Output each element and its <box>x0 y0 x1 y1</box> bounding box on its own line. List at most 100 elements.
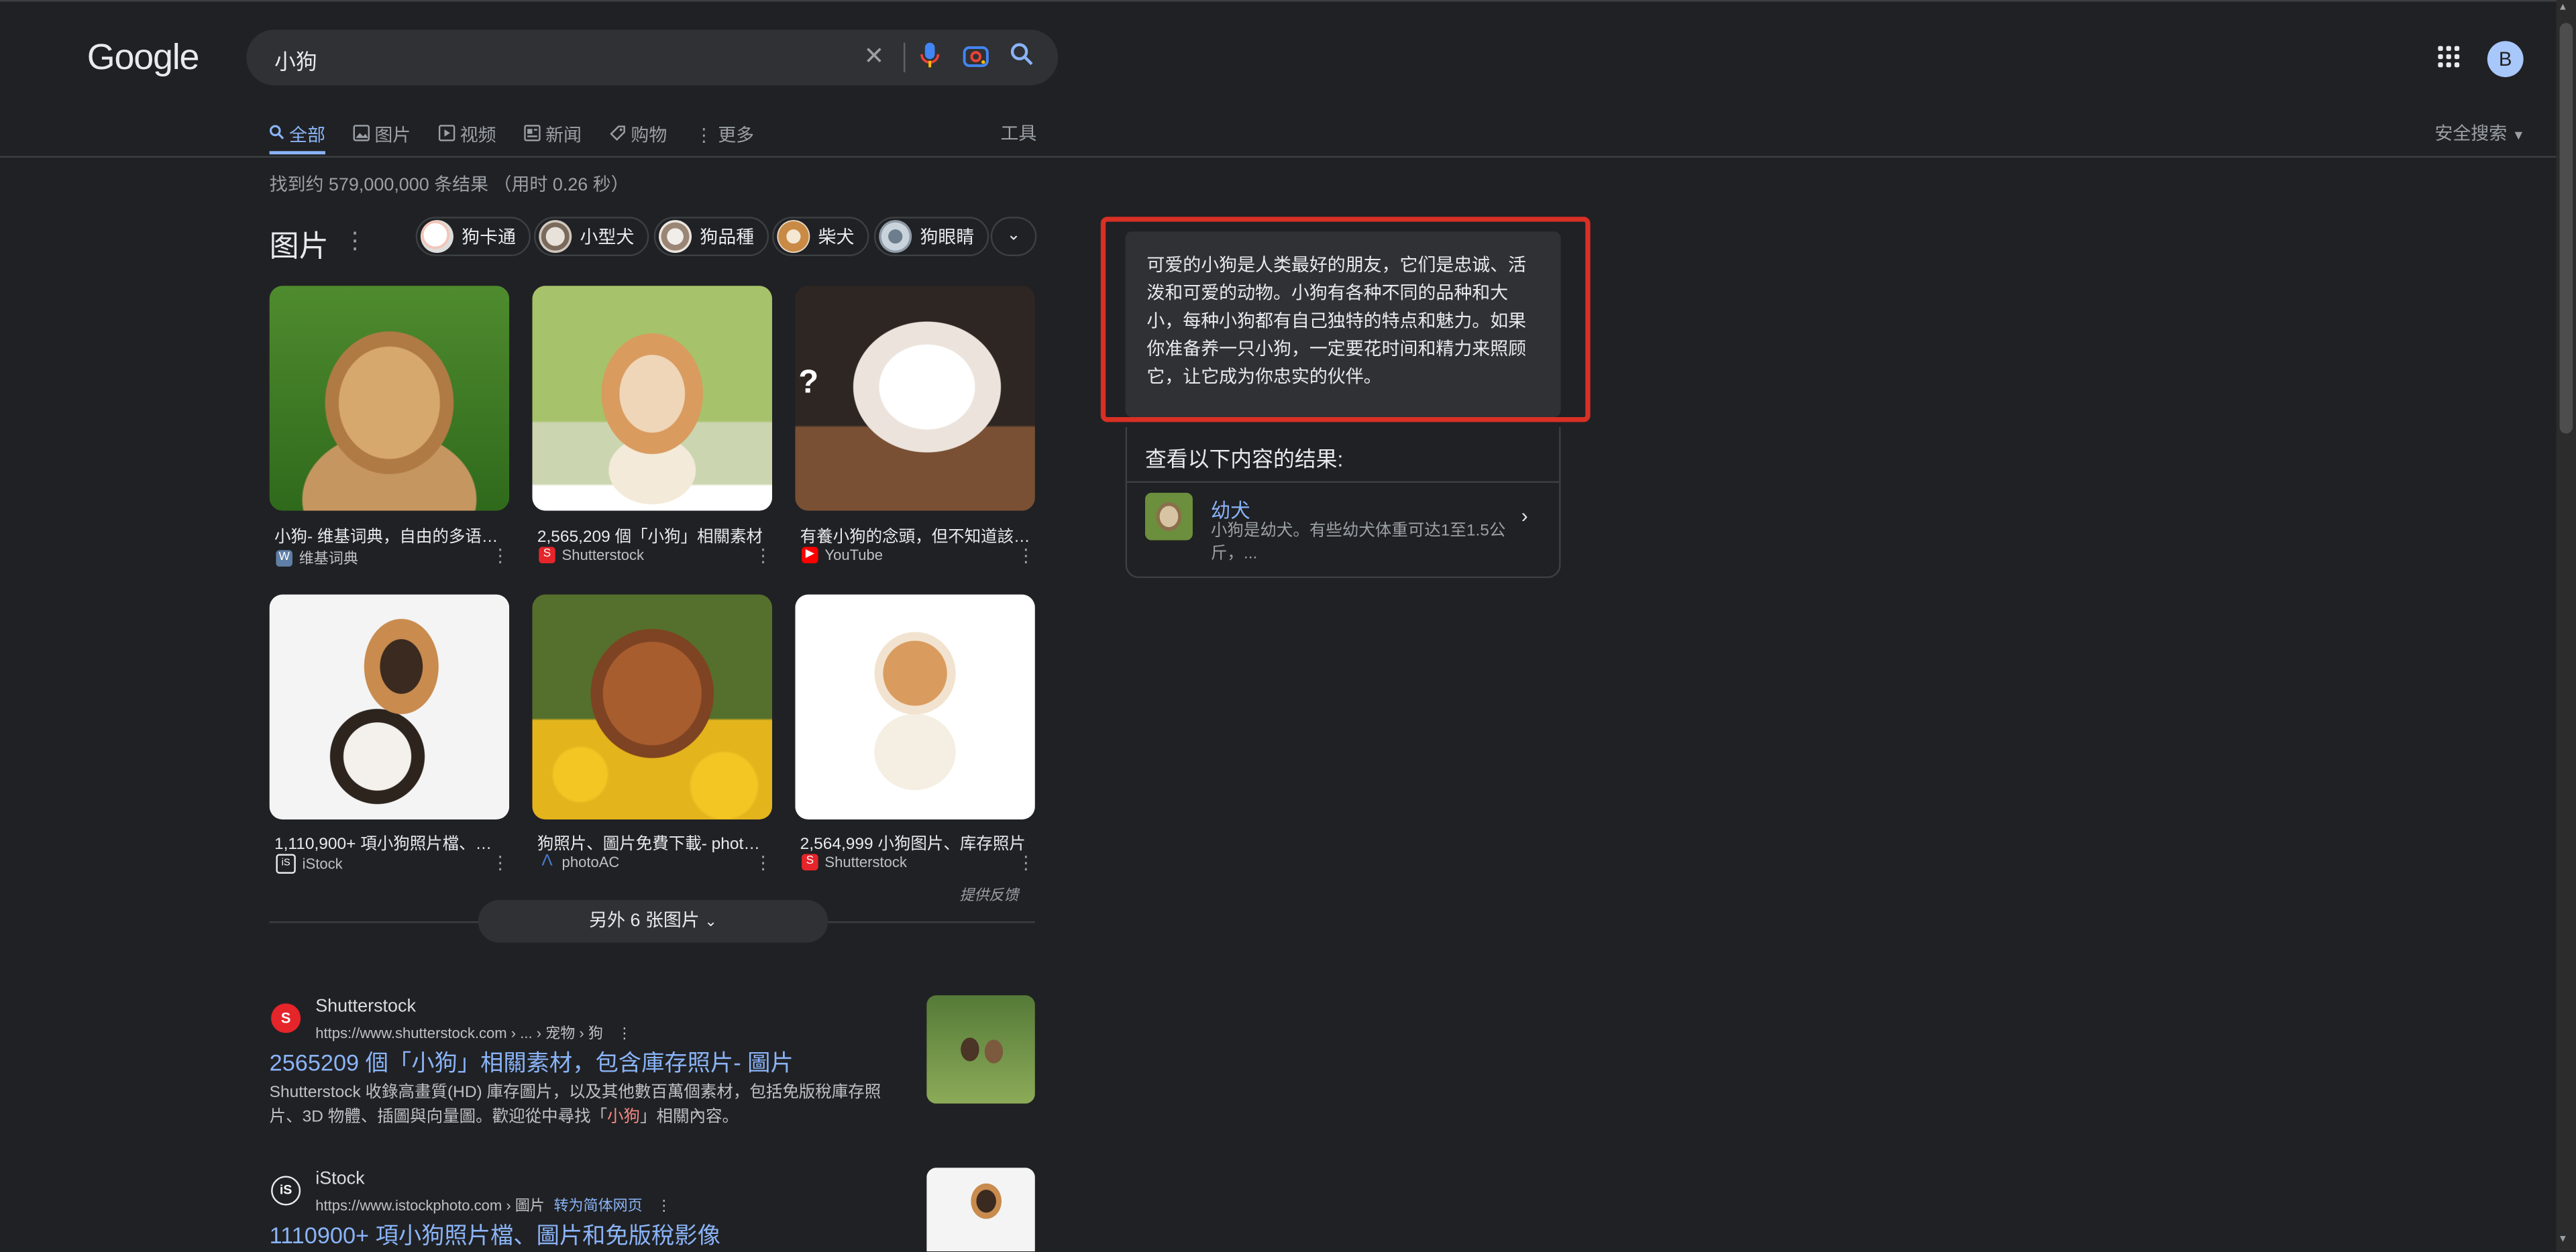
photoac-favicon-icon: Λ <box>541 852 553 870</box>
snippet-highlight: 小狗 <box>607 1108 641 1127</box>
chip-small-dog[interactable]: 小型犬 <box>533 217 649 257</box>
chip-label: 狗品種 <box>700 228 755 248</box>
image-card-corgi-white[interactable] <box>795 594 1035 820</box>
account-avatar[interactable]: B <box>2487 41 2524 78</box>
result-url[interactable]: https://www.istockphoto.com › 圖片 转为简体网页 … <box>315 1194 671 1215</box>
image-overlay-text: ? <box>798 364 819 401</box>
more-vert-icon[interactable]: ⋮ <box>491 852 509 873</box>
more-vert-icon[interactable]: ⋮ <box>1017 545 1035 567</box>
image-card-puppy-grass[interactable] <box>269 286 510 511</box>
image-caption[interactable]: 狗照片、圖片免費下載- photoAC <box>537 830 767 854</box>
scroll-down-arrow-icon[interactable]: ▼ <box>2558 1235 2568 1245</box>
source-name: YouTube <box>824 547 883 564</box>
see-results-title: 查看以下内容的结果: <box>1144 447 1344 471</box>
safesearch-dropdown[interactable]: 安全搜索 ▼ <box>2434 120 2525 146</box>
caret-down-icon: ▼ <box>2512 128 2526 144</box>
result-snippet: Shutterstock 收錄高畫質(HD) 庫存圖片，以及其他數百萬個素材，包… <box>270 1080 894 1129</box>
more-vert-icon[interactable]: ⋮ <box>343 227 366 255</box>
search-box[interactable]: ✕ <box>246 30 1059 86</box>
image-card-brown-puppy-flowers[interactable] <box>532 594 773 820</box>
image-card-beagle[interactable] <box>269 594 510 820</box>
shutterstock-favicon-icon: S <box>802 854 818 870</box>
result-stats: 找到约 579,000,000 条结果 （用时 0.26 秒） <box>269 176 629 196</box>
news-icon <box>524 123 541 146</box>
image-icon <box>353 123 370 146</box>
tab-all[interactable]: 全部 <box>269 118 325 155</box>
image-source[interactable]: ▶ YouTube <box>802 547 883 564</box>
more-vert-icon[interactable]: ⋮ <box>754 852 772 873</box>
chip-thumbnail <box>420 220 453 253</box>
image-caption[interactable]: 有養小狗的念頭，但不知道該選哪 <box>800 522 1030 547</box>
image-card-corgi[interactable] <box>532 286 773 511</box>
search-icon[interactable] <box>1007 43 1036 72</box>
image-caption[interactable]: 2,565,209 個「小狗」相關素材 <box>537 522 767 547</box>
header-divider <box>0 156 2576 158</box>
image-source[interactable]: S Shutterstock <box>802 854 907 870</box>
result-site-name[interactable]: iStock <box>315 1170 364 1189</box>
image-source[interactable]: S Shutterstock <box>539 547 645 564</box>
tab-images[interactable]: 图片 <box>353 118 411 151</box>
wikipedia-favicon-icon: W <box>276 549 292 566</box>
feedback-link[interactable]: 提供反馈 <box>959 884 1018 905</box>
youtube-favicon-icon: ▶ <box>802 547 818 564</box>
scrollbar-thumb[interactable] <box>2559 23 2573 434</box>
tab-shopping[interactable]: 购物 <box>610 118 667 151</box>
image-caption[interactable]: 1,110,900+ 項小狗照片檔、圖片 <box>274 830 504 854</box>
puppy-thumbnail[interactable] <box>1144 492 1193 540</box>
see-results-divider <box>1127 481 1560 483</box>
more-vert-icon[interactable]: ⋮ <box>491 545 509 567</box>
more-vert-icon[interactable]: ⋮ <box>1017 852 1035 873</box>
tab-news[interactable]: 新闻 <box>524 118 582 151</box>
more-vert-icon[interactable]: ⋮ <box>617 1025 632 1041</box>
top-border <box>0 0 2576 2</box>
image-card-pomeranian[interactable]: ? <box>795 286 1035 511</box>
result-site-name[interactable]: Shutterstock <box>315 997 416 1017</box>
source-name: iStock <box>302 855 343 872</box>
result-thumbnail[interactable] <box>926 995 1035 1104</box>
chevron-right-icon[interactable]: › <box>1521 504 1528 527</box>
chip-dog-cartoon[interactable]: 狗卡通 <box>415 217 531 257</box>
search-input[interactable] <box>271 41 837 78</box>
more-vert-icon[interactable]: ⋮ <box>657 1197 672 1213</box>
tab-videos[interactable]: 视频 <box>438 118 496 151</box>
video-icon <box>438 123 455 146</box>
result-url[interactable]: https://www.shutterstock.com › ... › 宠物 … <box>315 1021 632 1043</box>
shutterstock-favicon-icon: S <box>539 547 555 564</box>
scroll-up-arrow-icon[interactable]: ▲ <box>2558 3 2568 13</box>
apps-grid-icon[interactable] <box>2438 46 2461 69</box>
chip-dog-eyes[interactable]: 狗眼睛 <box>873 217 989 257</box>
google-logo[interactable]: Google <box>87 36 200 79</box>
see-results-link[interactable]: 幼犬 <box>1211 496 1250 524</box>
chevron-down-icon: ⌄ <box>704 913 717 930</box>
shutterstock-favicon-icon: S <box>271 1003 301 1033</box>
source-name: photoAC <box>561 854 620 870</box>
chips-expand-button[interactable]: ⌄ <box>990 217 1037 257</box>
translate-link[interactable]: 转为简体网页 <box>553 1197 642 1213</box>
clear-icon[interactable]: ✕ <box>859 43 889 72</box>
chip-shiba[interactable]: 柴犬 <box>772 217 869 257</box>
result-title-link[interactable]: 1110900+ 項小狗照片檔、圖片和免版稅影像 <box>270 1218 720 1251</box>
tools-button[interactable]: 工具 <box>1000 120 1036 146</box>
search-divider <box>903 42 906 72</box>
chip-dog-breeds[interactable]: 狗品種 <box>653 217 769 257</box>
image-caption[interactable]: 2,564,999 小狗图片、库存照片 <box>800 830 1030 854</box>
lens-camera-icon[interactable] <box>961 43 991 72</box>
more-images-button[interactable]: 另外 6 张图片 ⌄ <box>478 900 828 943</box>
snippet-text: Shutterstock 收錄高畫質(HD) 庫存圖片，以及其他數百萬個素材，包… <box>269 1084 881 1127</box>
chip-thumbnail <box>659 220 692 253</box>
image-source[interactable]: ΛphotoAC <box>539 852 620 870</box>
result-url-text: https://www.istockphoto.com › 圖片 <box>315 1197 545 1214</box>
chip-label: 狗卡通 <box>462 228 516 248</box>
source-name: Shutterstock <box>561 547 645 564</box>
image-source[interactable]: iS iStock <box>276 854 343 874</box>
image-caption[interactable]: 小狗- 维基词典，自由的多语言词典 <box>274 522 504 547</box>
chip-thumbnail <box>539 220 572 253</box>
result-title-link[interactable]: 2565209 個「小狗」相關素材，包含庫存照片- 圖片 <box>270 1046 794 1079</box>
result-thumbnail[interactable] <box>926 1168 1035 1252</box>
image-source[interactable]: W 维基词典 <box>276 547 358 569</box>
microphone-icon[interactable] <box>915 42 945 72</box>
more-vert-icon[interactable]: ⋮ <box>754 545 772 567</box>
chip-label: 柴犬 <box>818 228 855 248</box>
tab-label: 视频 <box>460 126 496 146</box>
tab-more[interactable]: ⋮ 更多 <box>695 118 754 151</box>
